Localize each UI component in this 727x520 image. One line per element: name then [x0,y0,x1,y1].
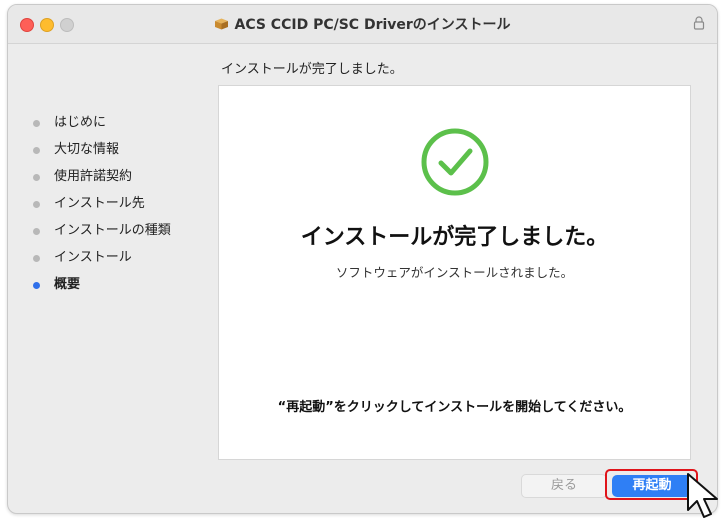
sidebar-step-installation: インストール [30,244,220,271]
step-bullet-active-icon [33,282,40,289]
sidebar-step-label: インストール先 [54,196,145,211]
step-heading: インストールが完了しました。 [221,62,403,77]
installer-window: ACS CCID PC/SC Driverのインストール インストールが完了しま… [7,4,718,514]
step-bullet-icon [33,120,40,127]
restart-highlight-box [605,469,698,500]
sidebar-step-installation-type: インストールの種類 [30,217,220,244]
lock-icon [693,16,705,30]
sidebar-step-summary: 概要 [30,271,220,298]
step-bullet-icon [33,228,40,235]
step-bullet-icon [33,255,40,262]
sidebar-step-introduction: はじめに [30,109,220,136]
window-title: ACS CCID PC/SC Driverのインストール [234,17,511,33]
checkmark-circle-icon [421,128,489,196]
sidebar-step-read-me: 大切な情報 [30,136,220,163]
installer-steps-sidebar: はじめに 大切な情報 使用許諾契約 インストール先 インストールの種類 インスト… [30,109,220,298]
completion-subtitle: ソフトウェアがインストールされました。 [335,265,574,280]
completion-title: インストールが完了しました。 [300,225,609,250]
sidebar-step-label: インストール [54,250,132,265]
sidebar-step-label: はじめに [54,115,107,130]
content-panel: インストールが完了しました。 ソフトウェアがインストールされました。 “再起動”… [218,85,691,460]
sidebar-step-license: 使用許諾契約 [30,163,220,190]
back-button[interactable]: 戻る [521,474,607,498]
title-bar[interactable]: ACS CCID PC/SC Driverのインストール [8,5,717,44]
sidebar-step-label: 概要 [54,277,81,292]
package-icon [215,18,229,30]
window-title-container: ACS CCID PC/SC Driverのインストール [8,14,717,34]
step-bullet-icon [33,147,40,154]
sidebar-step-destination: インストール先 [30,190,220,217]
restart-instruction: “再起動”をクリックしてインストールを開始してください。 [277,400,632,415]
mouse-pointer-icon [687,473,718,518]
sidebar-step-label: 使用許諾契約 [54,169,133,184]
step-bullet-icon [33,201,40,208]
sidebar-step-label: 大切な情報 [54,142,120,157]
step-bullet-icon [33,174,40,181]
sidebar-step-label: インストールの種類 [54,223,171,238]
